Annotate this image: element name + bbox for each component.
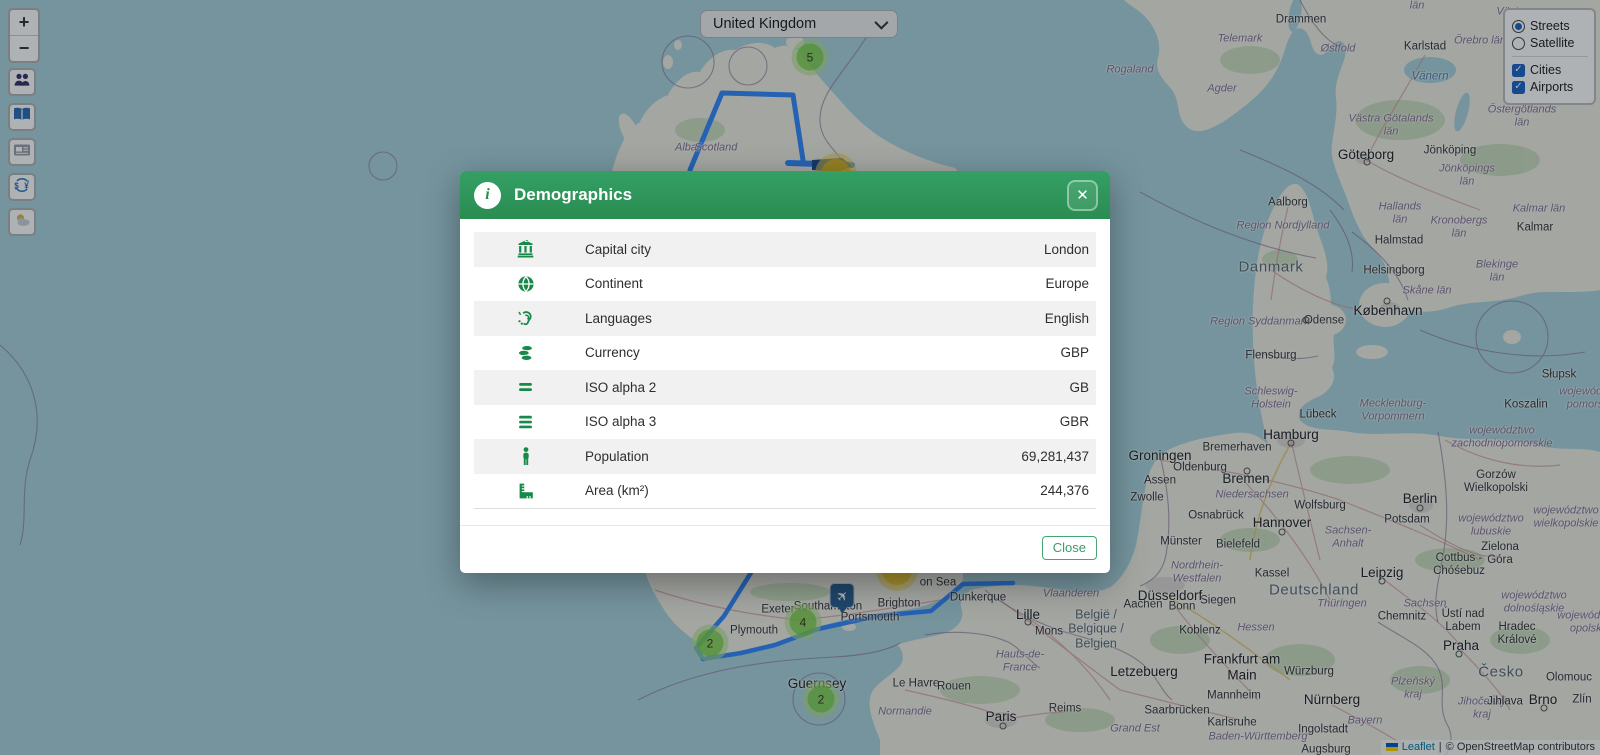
row-value: English bbox=[1044, 310, 1089, 326]
row-label: Population bbox=[585, 448, 649, 464]
close-icon[interactable]: ✕ bbox=[1067, 179, 1098, 211]
table-row: Languages English bbox=[474, 301, 1096, 336]
table-row: ISO alpha 2 GB bbox=[474, 370, 1096, 405]
row-label: ISO alpha 2 bbox=[585, 379, 657, 395]
landmark-icon bbox=[500, 240, 551, 258]
row-value: GBP bbox=[1060, 345, 1089, 361]
table-row: Capital city London bbox=[474, 232, 1096, 267]
demographics-modal: i Demographics ✕ Capital city London Con… bbox=[460, 171, 1110, 573]
table-row: Currency GBP bbox=[474, 336, 1096, 371]
row-label: Area (km²) bbox=[585, 483, 649, 499]
demographics-table: Capital city London Continent Europe Lan… bbox=[474, 232, 1096, 509]
row-label: Capital city bbox=[585, 241, 652, 257]
row-label: ISO alpha 3 bbox=[585, 414, 657, 430]
row-value: GB bbox=[1069, 379, 1089, 395]
table-row: Population 69,281,437 bbox=[474, 439, 1096, 474]
modal-title: Demographics bbox=[514, 185, 633, 204]
row-label: Currency bbox=[585, 345, 640, 361]
three-bars-icon bbox=[500, 413, 551, 431]
language-ear-icon bbox=[500, 309, 551, 327]
row-value: GBR bbox=[1059, 414, 1089, 430]
two-bars-icon bbox=[500, 378, 551, 396]
close-button[interactable]: Close bbox=[1041, 536, 1097, 560]
coins-icon bbox=[500, 344, 551, 362]
row-value: 69,281,437 bbox=[1021, 448, 1089, 464]
row-label: Continent bbox=[585, 276, 643, 292]
globe-icon bbox=[500, 275, 551, 293]
modal-footer: Close bbox=[460, 525, 1110, 570]
modal-header: i Demographics ✕ bbox=[460, 171, 1110, 219]
row-value: London bbox=[1043, 241, 1089, 257]
table-row: Continent Europe bbox=[474, 267, 1096, 302]
row-value: Europe bbox=[1045, 276, 1089, 292]
row-label: Languages bbox=[585, 310, 652, 326]
ruler-icon bbox=[500, 482, 551, 500]
info-icon: i bbox=[474, 181, 501, 209]
app: Alba Scotland Exeter Plymouth Southampton Por… bbox=[0, 0, 1600, 755]
person-icon bbox=[500, 446, 551, 466]
table-row: ISO alpha 3 GBR bbox=[474, 405, 1096, 440]
table-row: Area (km²) 244,376 bbox=[474, 474, 1096, 509]
row-value: 244,376 bbox=[1040, 483, 1089, 499]
